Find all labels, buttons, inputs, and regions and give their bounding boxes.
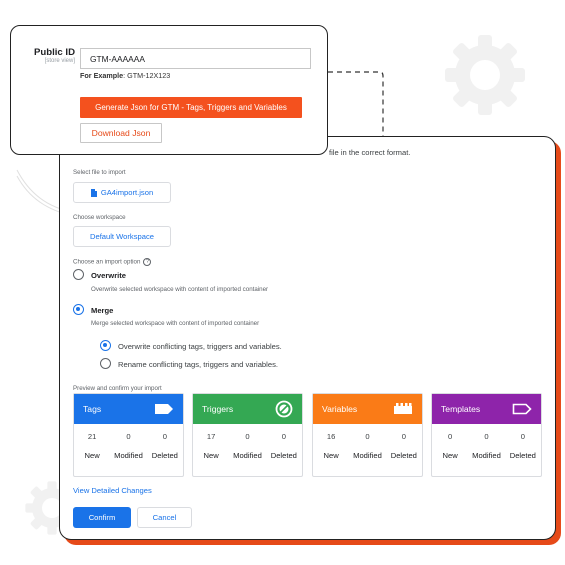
- column-deleted: Deleted: [270, 451, 297, 460]
- cancel-button[interactable]: Cancel: [137, 507, 192, 528]
- tags-modified-count: 0: [126, 432, 131, 441]
- variables-card[interactable]: Variables 16 0 0 New Modified Deleted: [312, 393, 423, 477]
- variables-card-title: Variables: [322, 404, 358, 414]
- public-id-scope: [store view]: [44, 58, 75, 64]
- variables-modified-count: 0: [365, 432, 370, 441]
- rename-conflicts-label: Rename conflicting tags, triggers and va…: [118, 360, 278, 369]
- rename-conflicts-radio[interactable]: [100, 358, 111, 369]
- view-detailed-changes-link[interactable]: View Detailed Changes: [73, 486, 152, 495]
- templates-card-header: Templates: [432, 394, 541, 424]
- example-value: : GTM-12X123: [123, 71, 171, 80]
- tags-deleted-count: 0: [162, 432, 167, 441]
- public-id-label: Public ID [store view]: [34, 47, 75, 64]
- column-deleted: Deleted: [151, 451, 178, 460]
- column-deleted: Deleted: [390, 451, 417, 460]
- variables-new-count: 16: [326, 432, 336, 441]
- connector-dashes: [328, 71, 384, 136]
- column-modified: Modified: [114, 451, 143, 460]
- public-id-popup: Public ID [store view] GTM-AAAAAA For Ex…: [10, 25, 328, 155]
- overwrite-option-title: Overwrite: [91, 271, 127, 280]
- tags-card-header: Tags: [74, 394, 183, 424]
- gear-icon: [445, 35, 525, 115]
- templates-card-title: Templates: [441, 404, 481, 414]
- triggers-columns: New Modified Deleted: [193, 451, 302, 460]
- triggers-deleted-count: 0: [281, 432, 286, 441]
- triggers-modified-count: 0: [245, 432, 250, 441]
- triggers-counts: 17 0 0: [193, 432, 302, 441]
- column-new: New: [323, 451, 339, 460]
- select-file-label: Select file to import: [73, 169, 126, 176]
- variables-counts: 16 0 0: [313, 432, 422, 441]
- templates-columns: New Modified Deleted: [432, 451, 541, 460]
- download-json-button[interactable]: Download Json: [80, 123, 162, 143]
- file-button-label: GA4import.json: [100, 188, 154, 197]
- merge-option-desc: Merge selected workspace with content of…: [91, 320, 260, 327]
- variables-icon: [394, 403, 412, 414]
- column-deleted: Deleted: [509, 451, 536, 460]
- column-new: New: [442, 451, 458, 460]
- workspace-button-label: Default Workspace: [89, 232, 154, 241]
- public-id-label-text: Public ID: [33, 47, 75, 58]
- tags-new-count: 21: [87, 432, 97, 441]
- overwrite-conflicts-label: Overwrite conflicting tags, triggers and…: [118, 342, 282, 351]
- tag-icon: [155, 404, 173, 414]
- merge-radio[interactable]: [73, 304, 84, 315]
- tags-card[interactable]: Tags 21 0 0 New Modified Deleted: [73, 393, 184, 477]
- templates-modified-count: 0: [484, 432, 489, 441]
- triggers-new-count: 17: [206, 432, 216, 441]
- column-modified: Modified: [353, 451, 382, 460]
- trigger-icon: [275, 400, 293, 418]
- import-option-label-text: Choose an import option: [73, 258, 141, 266]
- variables-card-header: Variables: [313, 394, 422, 424]
- column-modified: Modified: [233, 451, 262, 460]
- overwrite-conflicts-radio[interactable]: [100, 340, 111, 351]
- help-icon[interactable]: ?: [143, 258, 152, 266]
- generate-json-button[interactable]: Generate Json for GTM - Tags, Triggers a…: [80, 97, 302, 118]
- example-prefix: For Example: [80, 71, 124, 80]
- triggers-card-title: Triggers: [202, 404, 234, 414]
- screenshot-stage: file in the correct format. Select file …: [0, 0, 565, 565]
- tags-counts: 21 0 0: [74, 432, 183, 441]
- variables-deleted-count: 0: [401, 432, 406, 441]
- template-icon: [512, 403, 532, 415]
- public-id-example: For Example: GTM-12X123: [80, 71, 170, 80]
- merge-option-title: Merge: [91, 306, 114, 315]
- templates-counts: 0 0 0: [432, 432, 541, 441]
- templates-deleted-count: 0: [520, 432, 525, 441]
- preview-label: Preview and confirm your import: [73, 385, 162, 392]
- overwrite-radio[interactable]: [73, 269, 84, 280]
- confirm-button[interactable]: Confirm: [73, 507, 131, 528]
- file-icon: [90, 188, 97, 197]
- tags-columns: New Modified Deleted: [74, 451, 183, 460]
- import-panel: file in the correct format. Select file …: [59, 136, 556, 540]
- column-modified: Modified: [472, 451, 501, 460]
- select-file-button[interactable]: GA4import.json: [73, 182, 171, 203]
- format-hint: file in the correct format.: [329, 148, 411, 157]
- public-id-input[interactable]: GTM-AAAAAA: [80, 48, 311, 69]
- variables-columns: New Modified Deleted: [313, 451, 422, 460]
- templates-new-count: 0: [448, 432, 453, 441]
- import-option-label: Choose an import option?: [73, 258, 152, 266]
- workspace-label: Choose workspace: [73, 214, 126, 221]
- triggers-card-header: Triggers: [193, 394, 302, 424]
- tags-card-title: Tags: [83, 404, 102, 414]
- overwrite-option-desc: Overwrite selected workspace with conten…: [91, 286, 269, 293]
- column-new: New: [84, 451, 100, 460]
- column-new: New: [203, 451, 219, 460]
- workspace-button[interactable]: Default Workspace: [73, 226, 171, 247]
- triggers-card[interactable]: Triggers 17 0 0 New Modified Deleted: [192, 393, 303, 477]
- templates-card[interactable]: Templates 0 0 0 New Modified Deleted: [431, 393, 542, 477]
